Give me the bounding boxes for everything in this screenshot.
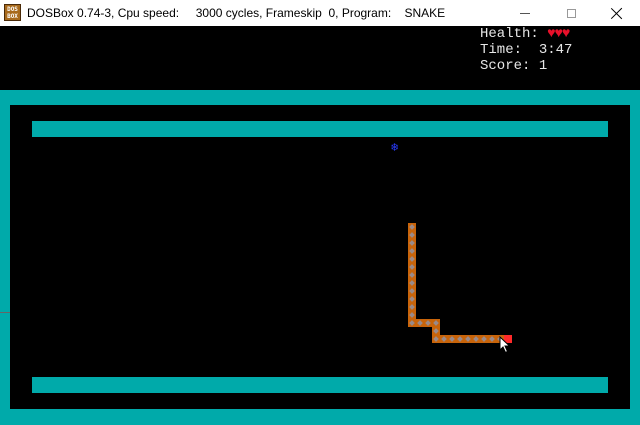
arena: ❄ (10, 105, 630, 409)
snake-segment (408, 271, 416, 279)
mouse-cursor-icon (499, 336, 511, 354)
snake-segment (408, 287, 416, 295)
snake-segment (408, 279, 416, 287)
score-label: Score: (480, 58, 531, 74)
score-value: 1 (538, 58, 548, 74)
snake-segment (408, 255, 416, 263)
app-icon-label: DOS BOX (7, 6, 18, 20)
screen-artifact (0, 312, 10, 313)
bottom-wall (32, 377, 608, 393)
health-hearts-icon: ♥♥♥ (547, 26, 570, 42)
snake-segment (488, 335, 496, 343)
minimize-button[interactable] (502, 0, 548, 26)
close-icon (611, 7, 623, 19)
snake-segment (408, 223, 416, 231)
snake-segment (432, 327, 440, 335)
snake-segment (408, 247, 416, 255)
window-title: DOSBox 0.74-3, Cpu speed: 3000 cycles, F… (27, 6, 446, 20)
health-label: Health: (480, 26, 539, 42)
minimize-icon (520, 12, 530, 14)
snake-segment (472, 335, 480, 343)
snake-segment (408, 311, 416, 319)
snake-segment (408, 303, 416, 311)
snake-segment (456, 335, 464, 343)
time-label: Time: (480, 42, 523, 58)
snake-segment (432, 335, 440, 343)
time-value: 3:47 (538, 42, 573, 58)
top-wall (32, 121, 608, 137)
snake-segment (440, 335, 448, 343)
close-button[interactable] (594, 0, 640, 26)
snake-segment (424, 319, 432, 327)
dosbox-app-icon[interactable]: DOS BOX (4, 4, 21, 21)
maximize-icon (566, 8, 576, 18)
maximize-button[interactable] (548, 0, 594, 26)
snake-segment (464, 335, 472, 343)
dosbox-window: DOS BOX DOSBox 0.74-3, Cpu speed: 3000 c… (0, 0, 640, 425)
snake-segment (408, 295, 416, 303)
snake-segment (408, 263, 416, 271)
hud-time: Time: 3:47 (480, 42, 572, 58)
snake-segment (408, 231, 416, 239)
arena-border: ❄ (0, 90, 640, 425)
snake-segment (480, 335, 488, 343)
snake-segment (432, 319, 440, 327)
snake-segment (408, 319, 416, 327)
food-icon: ❄ (391, 140, 399, 154)
hud-score: Score: 1 (480, 58, 547, 74)
snake-segment (448, 335, 456, 343)
snake-segment (408, 239, 416, 247)
hud-health: Health: ♥♥♥ (480, 26, 570, 42)
snake-segment (416, 319, 424, 327)
game-screen[interactable]: Health: ♥♥♥ Time: 3:47 Score: 1 ❄ (0, 26, 640, 425)
title-bar[interactable]: DOS BOX DOSBox 0.74-3, Cpu speed: 3000 c… (0, 0, 640, 26)
